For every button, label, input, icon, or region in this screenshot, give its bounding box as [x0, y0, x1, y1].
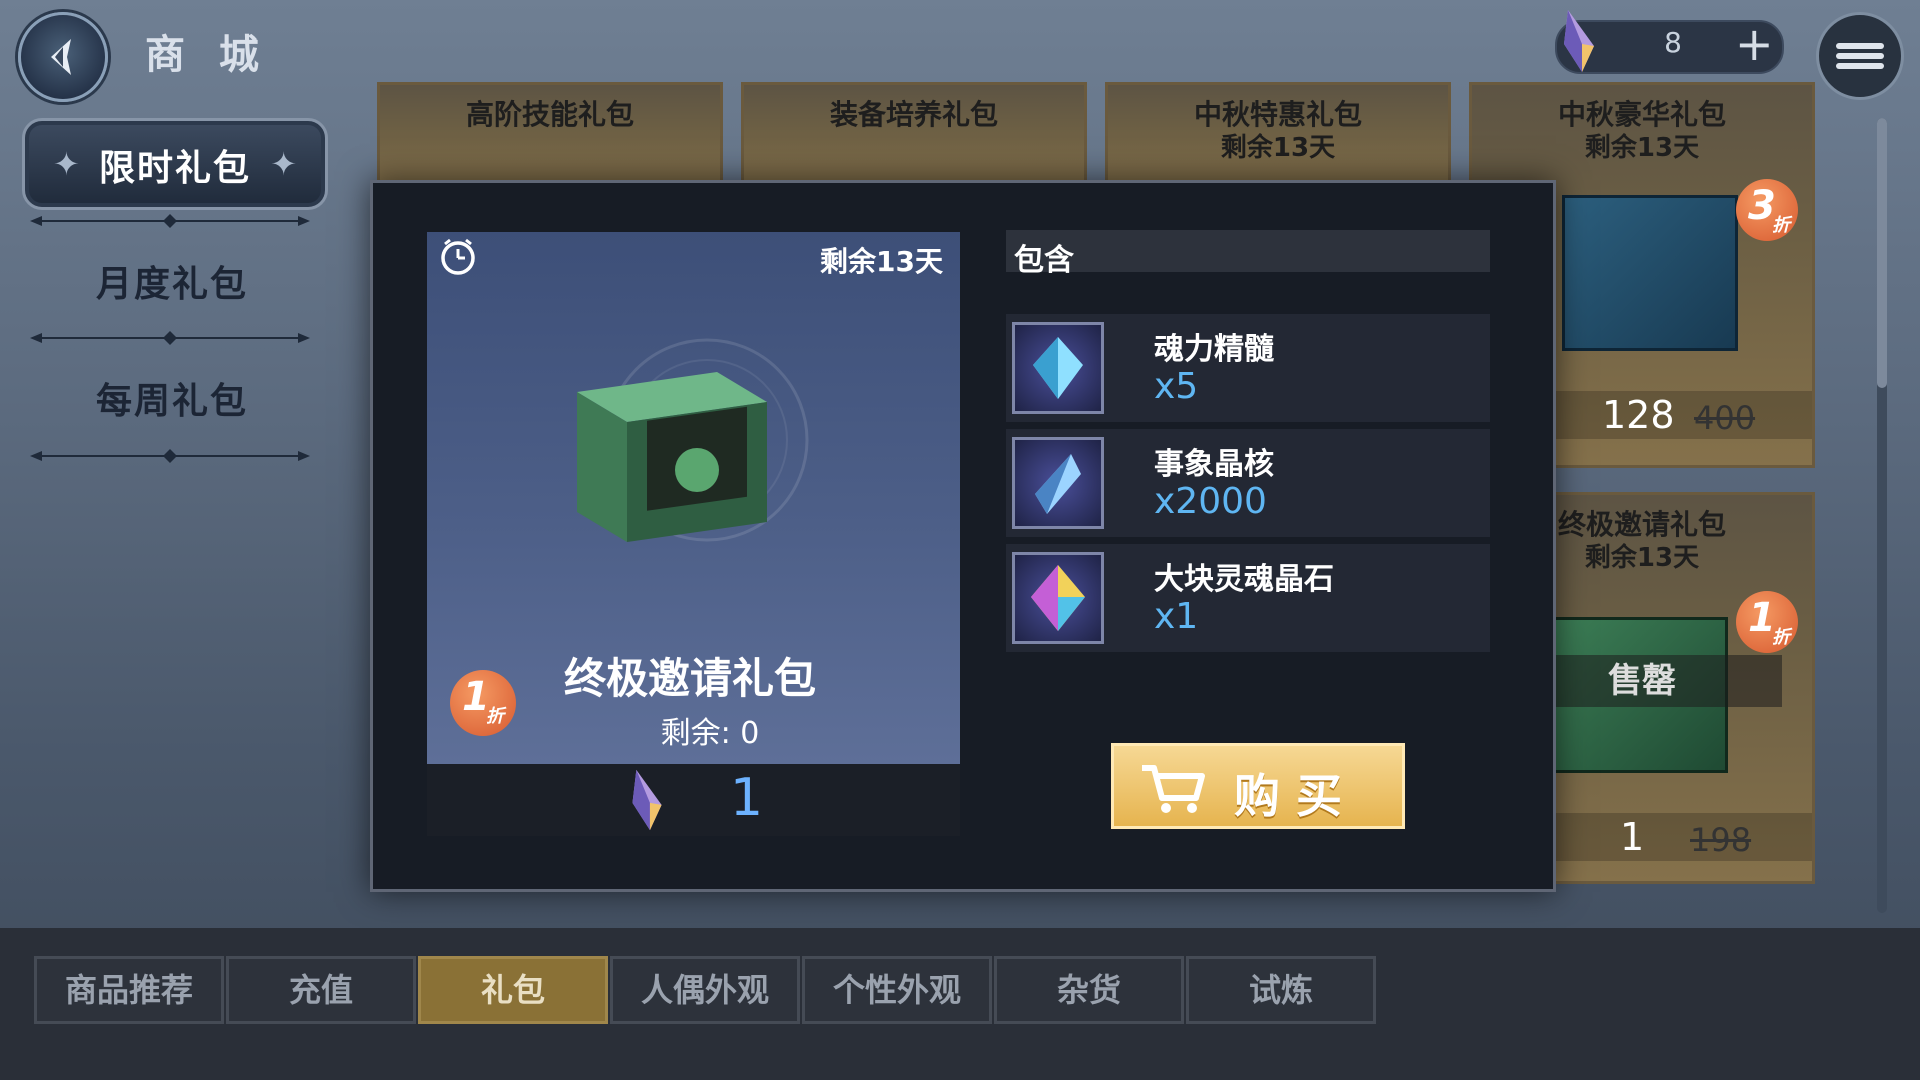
includes-label: 包含	[1014, 243, 1074, 278]
item-name: 事象晶核	[1154, 447, 1274, 482]
soul-crystal-icon	[1012, 552, 1104, 644]
currency-amount: 8	[1664, 26, 1682, 59]
card-subtitle: 剩余13天	[1584, 133, 1700, 163]
back-button[interactable]	[18, 12, 108, 102]
crystal-currency-icon	[632, 769, 662, 831]
reward-item[interactable]: 大块灵魂晶石 x1	[1006, 544, 1490, 652]
green-chest-icon	[577, 372, 767, 542]
tab-packs[interactable]: 礼包	[418, 956, 608, 1024]
card-title: 高阶技能礼包	[465, 98, 634, 131]
divider	[30, 449, 310, 463]
menu-button[interactable]	[1816, 12, 1904, 100]
tab-recommended[interactable]: 商品推荐	[34, 956, 224, 1024]
card-price: 128	[1602, 393, 1675, 437]
sidebar-item-monthly[interactable]: 月度礼包	[22, 255, 322, 307]
card-old-price: 400	[1694, 399, 1756, 437]
back-arrow-icon	[51, 39, 71, 75]
sidebar-item-limited[interactable]: ✦ 限时礼包 ✦	[22, 118, 328, 210]
reward-item[interactable]: 魂力精髓 x5	[1006, 314, 1490, 422]
item-name: 魂力精髓	[1154, 332, 1274, 367]
phenomenon-core-icon	[1012, 437, 1104, 529]
pack-price: 1	[730, 768, 764, 828]
pack-stock: 剩余: 0	[660, 716, 760, 751]
chest-icon	[1562, 195, 1738, 351]
crystal-currency-icon	[1564, 10, 1594, 72]
card-price: 1	[1620, 815, 1645, 859]
discount-badge: 1折	[450, 670, 516, 736]
divider	[30, 331, 310, 345]
includes-header	[1006, 230, 1490, 272]
price-strip	[427, 764, 960, 836]
discount-badge: 1折	[1736, 591, 1798, 653]
tab-personal-appearance[interactable]: 个性外观	[802, 956, 992, 1024]
time-remaining: 剩余13天	[820, 245, 943, 278]
buy-label: 购买	[1234, 769, 1358, 823]
item-quantity: x1	[1154, 596, 1199, 637]
tab-trial[interactable]: 试炼	[1186, 956, 1376, 1024]
card-subtitle: 剩余13天	[1220, 133, 1336, 163]
page-title: 商 城	[145, 32, 269, 78]
menu-icon	[1836, 39, 1884, 73]
pack-title: 终极邀请礼包	[563, 654, 816, 703]
add-currency-button[interactable]: +	[1735, 20, 1774, 68]
star-icon: ✦	[270, 145, 297, 183]
reward-item[interactable]: 事象晶核 x2000	[1006, 429, 1490, 537]
cart-icon	[1142, 765, 1205, 813]
tab-doll-appearance[interactable]: 人偶外观	[610, 956, 800, 1024]
divider	[30, 214, 310, 228]
card-old-price: 198	[1690, 821, 1752, 859]
discount-badge: 3折	[1736, 179, 1798, 241]
tab-misc[interactable]: 杂货	[994, 956, 1184, 1024]
card-title: 装备培养礼包	[829, 98, 998, 131]
scrollbar-thumb[interactable]	[1877, 118, 1887, 388]
clock-icon	[441, 238, 475, 275]
item-quantity: x5	[1154, 366, 1199, 407]
buy-button[interactable]: 购买	[1111, 743, 1405, 829]
soul-essence-icon	[1012, 322, 1104, 414]
sidebar-item-weekly[interactable]: 每周礼包	[22, 372, 322, 424]
tab-recharge[interactable]: 充值	[226, 956, 416, 1024]
item-name: 大块灵魂晶石	[1154, 562, 1334, 597]
item-quantity: x2000	[1154, 481, 1267, 522]
